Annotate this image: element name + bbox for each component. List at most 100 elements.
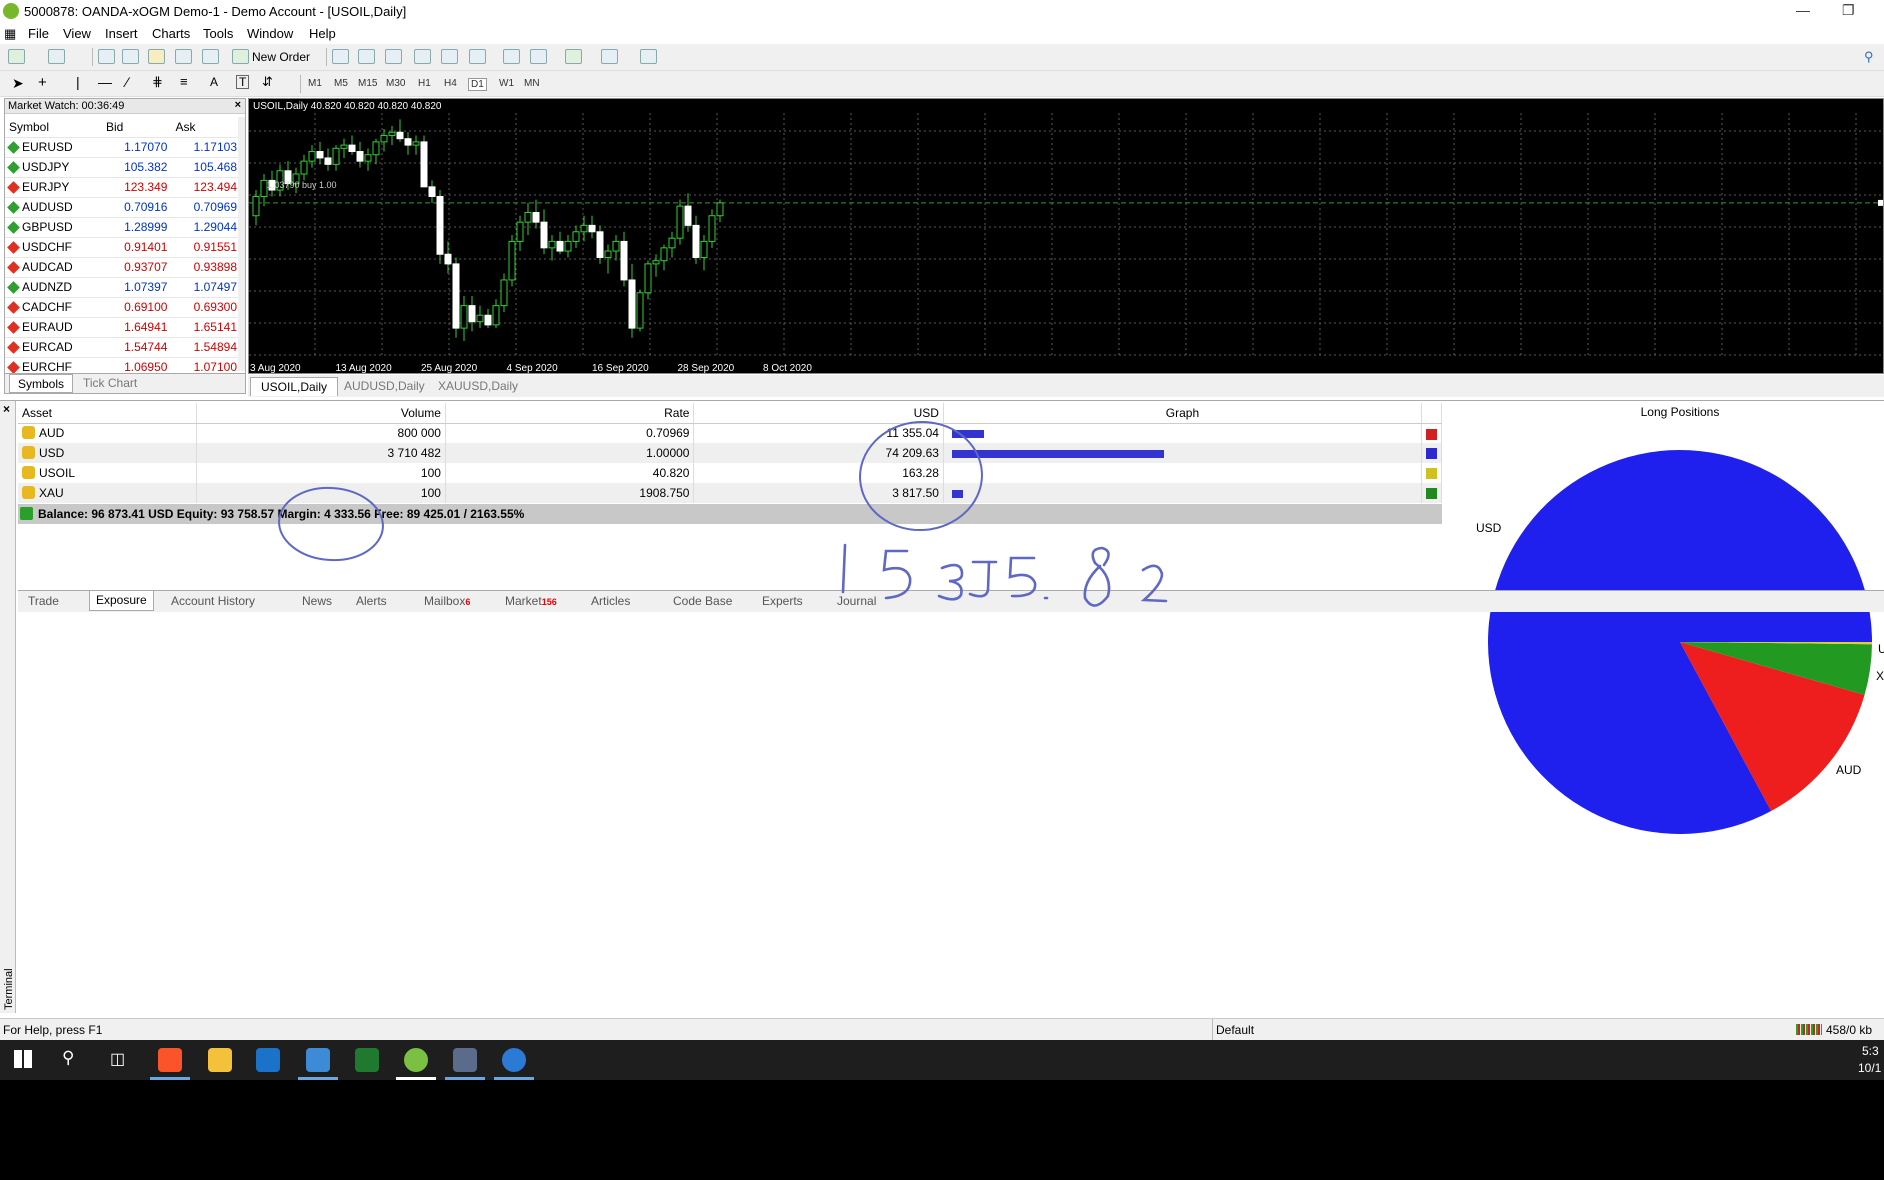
column-bid[interactable]: Bid (101, 117, 172, 138)
symbol-cell[interactable]: EURAUD (5, 317, 102, 338)
tab-account-history[interactable]: Account History (171, 594, 255, 608)
menu-tools[interactable]: Tools (203, 26, 233, 41)
candlestick-icon[interactable] (358, 49, 375, 64)
column-ask[interactable]: Ask (171, 117, 241, 138)
column-rate[interactable]: Rate (445, 403, 695, 424)
oanda-mt4-icon[interactable] (404, 1048, 428, 1072)
tile-windows-icon[interactable] (469, 49, 486, 64)
crosshair-icon[interactable]: + (38, 74, 47, 91)
tab-articles[interactable]: Articles (591, 594, 630, 608)
minimize-icon[interactable]: — (1796, 2, 1810, 18)
symbol-row[interactable]: EURUSD 1.17070 1.17103 (5, 137, 241, 158)
mail-icon[interactable] (256, 1048, 280, 1072)
file-explorer-icon[interactable] (208, 1048, 232, 1072)
column-volume[interactable]: Volume (196, 403, 446, 424)
menu-app-icon[interactable]: ▦ (4, 26, 16, 42)
tab-market[interactable]: Market156 (505, 594, 557, 608)
indicators-icon[interactable] (565, 49, 582, 64)
symbol-cell[interactable]: EURJPY (5, 177, 102, 198)
market-watch-icon[interactable] (98, 49, 115, 64)
symbol-row[interactable]: USDCHF 0.91401 0.91551 (5, 237, 241, 258)
zoom-out-icon[interactable] (441, 49, 458, 64)
app-icon[interactable] (502, 1048, 526, 1072)
navigator-icon[interactable] (122, 49, 139, 64)
auto-scroll-icon[interactable] (503, 49, 520, 64)
channel-icon[interactable]: ⋕ (152, 74, 163, 90)
menu-window[interactable]: Window (247, 26, 293, 41)
close-icon[interactable]: × (3, 402, 10, 416)
zoom-in-icon[interactable] (414, 49, 431, 64)
calculator-icon[interactable] (306, 1048, 330, 1072)
symbol-row[interactable]: CADCHF 0.69100 0.69300 (5, 297, 241, 318)
symbol-cell[interactable]: AUDUSD (5, 197, 102, 218)
timeframe-h4[interactable]: H4 (444, 78, 457, 89)
task-view-icon[interactable]: ◫ (110, 1049, 125, 1069)
tab-audusd-daily[interactable]: AUDUSD,Daily (334, 377, 435, 396)
brave-browser-icon[interactable] (158, 1048, 182, 1072)
menu-insert[interactable]: Insert (105, 26, 138, 41)
column-symbol[interactable]: Symbol (5, 117, 102, 138)
symbol-cell[interactable]: CADCHF (5, 297, 102, 318)
restore-icon[interactable]: ❐ (1842, 2, 1855, 19)
tab-code-base[interactable]: Code Base (673, 594, 732, 608)
market-watch-scrollbar[interactable] (238, 117, 245, 371)
tab-mailbox[interactable]: Mailbox6 (424, 594, 470, 608)
timeframe-w1[interactable]: W1 (499, 78, 514, 89)
terminal-icon[interactable] (175, 49, 192, 64)
menu-view[interactable]: View (63, 26, 91, 41)
fibonacci-icon[interactable]: ≡ (180, 74, 188, 89)
exposure-row[interactable]: USOIL 100 40.820 163.28 (18, 463, 1443, 483)
messaging-icon[interactable] (453, 1048, 477, 1072)
timeframe-mn[interactable]: MN (524, 78, 540, 89)
exposure-row[interactable]: XAU 100 1908.750 3 817.50 (18, 483, 1443, 503)
exposure-row[interactable]: USD 3 710 482 1.00000 74 209.63 (18, 443, 1443, 463)
symbol-cell[interactable]: AUDNZD (5, 277, 102, 298)
data-window-icon[interactable] (148, 49, 165, 64)
profiles-icon[interactable] (48, 49, 65, 64)
windows-start-icon[interactable] (14, 1050, 32, 1068)
tab-experts[interactable]: Experts (762, 594, 803, 608)
menu-charts[interactable]: Charts (152, 26, 190, 41)
timeframe-m30[interactable]: M30 (386, 78, 405, 89)
symbol-row[interactable]: EURCAD 1.54744 1.54894 (5, 337, 241, 358)
trendline-icon[interactable]: ∕ (126, 74, 128, 90)
symbol-cell[interactable]: AUDCAD (5, 257, 102, 278)
symbol-cell[interactable]: GBPUSD (5, 217, 102, 238)
close-icon[interactable]: × (235, 99, 241, 111)
exposure-row[interactable]: AUD 800 000 0.70969 11 355.04 (18, 423, 1443, 443)
tab-usoil-daily[interactable]: USOIL,Daily (250, 377, 339, 396)
symbol-row[interactable]: EURAUD 1.64941 1.65141 (5, 317, 241, 338)
text-label-icon[interactable]: T (236, 75, 250, 89)
tab-tick-chart[interactable]: Tick Chart (83, 376, 137, 390)
templates-icon[interactable] (640, 49, 657, 64)
timeframe-d1[interactable]: D1 (468, 78, 487, 91)
arrows-icon[interactable]: ⇵ (262, 74, 273, 90)
timeframe-m15[interactable]: M15 (358, 78, 377, 89)
symbol-cell[interactable]: EURUSD (5, 137, 102, 158)
periods-icon[interactable] (601, 49, 618, 64)
tab-trade[interactable]: Trade (28, 594, 59, 608)
bar-chart-icon[interactable] (332, 49, 349, 64)
tab-alerts[interactable]: Alerts (356, 594, 387, 608)
tab-symbols[interactable]: Symbols (9, 374, 74, 393)
tab-journal[interactable]: Journal (837, 594, 876, 608)
timeframe-m5[interactable]: M5 (334, 78, 348, 89)
column-graph[interactable]: Graph (943, 403, 1422, 424)
cursor-icon[interactable]: ➤ (12, 75, 24, 92)
tab-exposure[interactable]: Exposure (89, 591, 154, 611)
menu-help[interactable]: Help (309, 26, 336, 41)
new-order-button[interactable]: New Order (252, 50, 310, 64)
symbol-row[interactable]: EURJPY 123.349 123.494 (5, 177, 241, 198)
horizontal-line-icon[interactable]: — (98, 74, 112, 90)
symbol-row[interactable]: AUDUSD 0.70916 0.70969 (5, 197, 241, 218)
timeframe-h1[interactable]: H1 (418, 78, 431, 89)
symbol-row[interactable]: AUDNZD 1.07397 1.07497 (5, 277, 241, 298)
symbol-cell[interactable]: EURCAD (5, 337, 102, 358)
symbol-row[interactable]: GBPUSD 1.28999 1.29044 (5, 217, 241, 238)
strategy-tester-icon[interactable] (202, 49, 219, 64)
tab-xauusd-daily[interactable]: XAUUSD,Daily (428, 377, 528, 396)
column-usd[interactable]: USD (693, 403, 944, 424)
line-chart-icon[interactable] (385, 49, 402, 64)
new-chart-icon[interactable] (8, 49, 25, 64)
timeframe-m1[interactable]: M1 (308, 78, 322, 89)
